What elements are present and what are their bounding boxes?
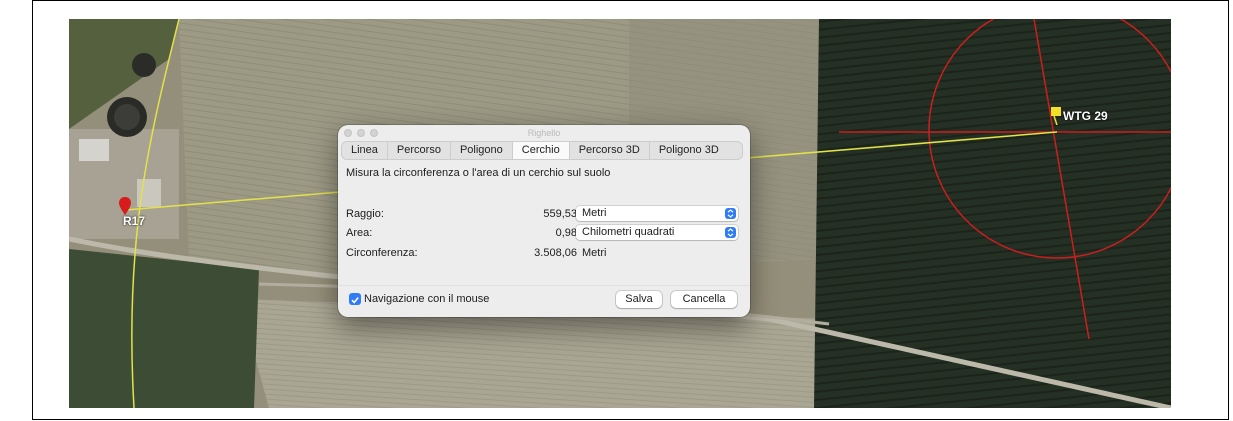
placemark-red-pin[interactable] [119,197,131,215]
mouse-navigation-label: Navigazione con il mouse [364,293,490,305]
window-title: Righello [527,128,561,138]
radius-unit-value: Metri [582,207,607,219]
circumference-value: 3.508,06 [534,247,577,259]
circumference-label: Circonferenza: [346,247,418,259]
chevron-updown-icon [725,208,736,219]
ruler-dialog: Righello Linea Percorso Poligono Cerchio… [338,125,750,317]
tab-percorso-3d[interactable]: Percorso 3D [570,142,650,159]
tab-cerchio[interactable]: Cerchio [512,142,570,159]
radius-unit-select[interactable]: Metri [576,206,738,221]
divider [338,285,750,286]
area-value: 0,98 [555,227,577,239]
map-pin-icon [119,197,131,215]
placemark-yellow-pin[interactable] [1050,107,1062,126]
tab-poligono-3d[interactable]: Poligono 3D [650,142,728,159]
radius-value: 559,53 [543,208,577,220]
measurement-tabs: Linea Percorso Poligono Cerchio Percorso… [341,141,743,160]
pushpin-icon [1051,107,1061,126]
area-unit-value: Chilometri quadrati [582,226,675,238]
radius-label: Raggio: [346,208,384,220]
title-bar[interactable]: Righello [338,125,750,142]
mouse-navigation-checkbox[interactable] [349,293,361,305]
area-label: Area: [346,227,373,239]
tab-linea[interactable]: Linea [342,142,388,159]
placemark-label-right: WTG 29 [1063,109,1108,123]
checkmark-icon [351,297,359,304]
area-unit-select[interactable]: Chilometri quadrati [576,225,738,240]
tab-poligono[interactable]: Poligono [451,142,513,159]
tab-percorso[interactable]: Percorso [388,142,451,159]
placemark-label-left: R17 [123,214,146,228]
circumference-unit: Metri [582,247,607,259]
tab-description: Misura la circonferenza o l'area di un c… [346,167,611,179]
cancel-button[interactable]: Cancella [671,291,737,308]
save-button[interactable]: Salva [616,291,662,308]
chevron-updown-icon [725,227,736,238]
